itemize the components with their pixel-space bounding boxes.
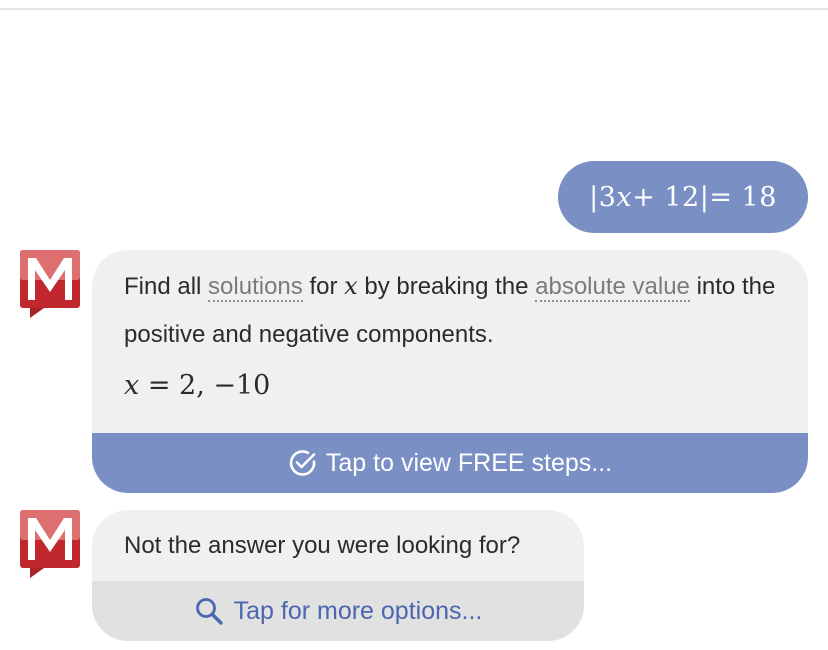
answer-result: x = 2, −10 [124,366,270,406]
answer-text-1: Find all [124,273,209,300]
result-variable: x [124,370,140,401]
more-options-button[interactable]: Tap for more options... [92,581,584,641]
mathway-logo-icon [20,510,82,580]
answer-text-2: for [302,273,345,300]
answer-card: Find all solutions for x by breaking the… [92,250,808,493]
top-divider [0,8,828,10]
more-options-label: Tap for more options... [233,596,483,625]
answer-text-3: by breaking the [357,273,536,300]
options-question: Not the answer you were looking for? [124,532,521,559]
view-steps-label: Tap to view FREE steps... [325,448,613,477]
search-icon [194,596,224,626]
absolute-value-link[interactable]: absolute value [535,273,690,302]
query-lhs-open: |3 [589,181,617,213]
query-variable: x [616,181,633,213]
solutions-link[interactable]: solutions [208,273,303,302]
check-circle-icon [288,448,318,478]
view-steps-button[interactable]: Tap to view FREE steps... [92,433,808,493]
user-query-bubble: |3 x + 12| = 18 [558,161,808,233]
options-card: Not the answer you were looking for? Tap… [92,510,584,641]
answer-explanation: Find all solutions for x by breaking the… [124,262,784,359]
query-lhs-rest: + 12| [632,181,710,213]
mathway-logo-icon [20,250,82,320]
query-rhs: = 18 [709,181,777,213]
result-values: = 2, −10 [139,370,271,401]
answer-variable: x [344,272,358,300]
